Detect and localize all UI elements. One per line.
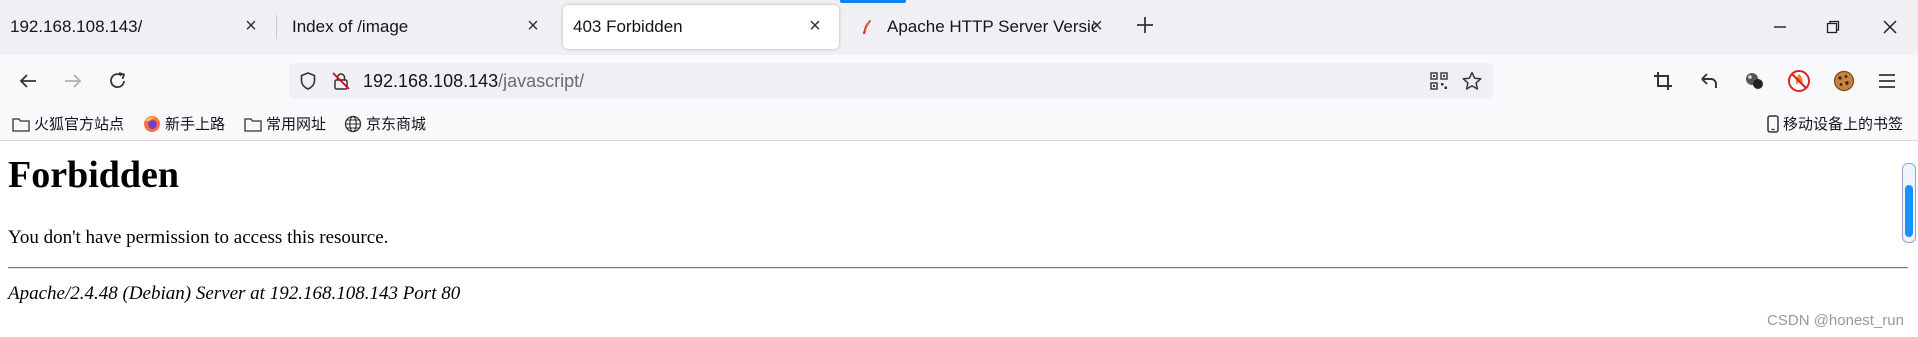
- hamburger-menu-icon: [1879, 74, 1895, 88]
- shield-icon[interactable]: [296, 69, 320, 93]
- bookmark-item[interactable]: 常用网址: [244, 113, 326, 134]
- server-signature: Apache/2.4.48 (Debian) Server at 192.168…: [8, 283, 461, 304]
- cookie-icon: [1833, 70, 1855, 92]
- url-path: /javascript/: [498, 71, 585, 91]
- mobile-icon: [1767, 114, 1779, 133]
- menu-button[interactable]: [1873, 67, 1901, 95]
- undo-button[interactable]: [1695, 67, 1723, 95]
- undo-arrow-icon: [1701, 73, 1717, 88]
- tab-home[interactable]: 192.168.108.143/ ×: [0, 5, 275, 49]
- horizontal-rule: [8, 267, 1908, 269]
- firefox-icon: [143, 115, 161, 133]
- new-tab-button[interactable]: [1131, 13, 1159, 41]
- tab-label: Index of /image: [292, 17, 409, 36]
- url-text[interactable]: 192.168.108.143/javascript/: [363, 71, 584, 92]
- error-message: You don't have permission to access this…: [8, 227, 389, 248]
- page-content: Forbidden You don't have permission to a…: [0, 141, 1918, 337]
- bookmark-label: 火狐官方站点: [34, 116, 125, 133]
- close-icon: [1883, 20, 1897, 34]
- globe-icon: [344, 115, 362, 133]
- tab-strip: 192.168.108.143/ × Index of /image × 403…: [0, 0, 1918, 55]
- bookmark-label: 常用网址: [266, 116, 327, 133]
- window-close-button[interactable]: [1876, 13, 1904, 41]
- bookmark-star-icon[interactable]: [1460, 69, 1484, 93]
- extension-button[interactable]: [1740, 67, 1768, 95]
- url-bar[interactable]: 192.168.108.143/javascript/: [289, 63, 1493, 99]
- bookmark-label: 新手上路: [165, 116, 226, 133]
- page-heading: Forbidden: [8, 154, 180, 196]
- close-icon[interactable]: ×: [241, 16, 261, 36]
- tab-label: Apache HTTP Server Version: [887, 17, 1097, 36]
- tab-403-forbidden[interactable]: 403 Forbidden ×: [563, 5, 839, 49]
- url-host: 192.168.108.143: [363, 71, 499, 91]
- tab-separator: [276, 15, 277, 39]
- folder-icon: [244, 116, 262, 132]
- restore-button[interactable]: [1819, 13, 1847, 41]
- forward-button[interactable]: [59, 67, 87, 95]
- extension-button[interactable]: [1785, 67, 1813, 95]
- bookmarks-toolbar: 火狐官方站点 新手上路 常用网址 京东商城 移动设备上的书签: [0, 107, 1918, 141]
- tab-index-image[interactable]: Index of /image ×: [282, 5, 557, 49]
- mobile-bookmarks-label: 移动设备上的书签: [1783, 116, 1904, 133]
- tab-label: 403 Forbidden: [573, 17, 683, 36]
- back-arrow-icon: [19, 74, 36, 88]
- navigation-toolbar: 192.168.108.143/javascript/: [0, 55, 1918, 107]
- minimize-button[interactable]: [1766, 13, 1794, 41]
- blocked-fire-icon: [1788, 70, 1810, 92]
- bookmark-item[interactable]: 京东商城: [344, 113, 426, 134]
- close-icon[interactable]: ×: [805, 16, 825, 36]
- apache-feather-icon: [859, 19, 875, 35]
- tab-label: 192.168.108.143/: [10, 17, 143, 36]
- bookmark-item[interactable]: 新手上路: [143, 113, 225, 134]
- folder-icon: [12, 116, 30, 132]
- extension-balls-icon: [1746, 73, 1763, 89]
- reload-icon: [110, 72, 126, 89]
- scrollbar-thumb[interactable]: [1905, 185, 1913, 237]
- screenshot-button[interactable]: [1649, 67, 1677, 95]
- restore-icon: [1826, 20, 1840, 34]
- bookmark-label: 京东商城: [366, 116, 427, 133]
- close-icon[interactable]: ×: [523, 16, 543, 36]
- forward-arrow-icon: [65, 74, 82, 88]
- close-icon[interactable]: ×: [1087, 16, 1107, 36]
- tab-apache-docs[interactable]: Apache HTTP Server Version ×: [847, 5, 1115, 49]
- extension-button[interactable]: [1830, 67, 1858, 95]
- insecure-lock-icon[interactable]: [329, 69, 353, 93]
- watermark: CSDN @honest_run: [1767, 312, 1904, 329]
- plus-icon: [1137, 17, 1153, 33]
- mobile-bookmarks-folder[interactable]: 移动设备上的书签: [1767, 113, 1903, 134]
- bookmark-item[interactable]: 火狐官方站点: [12, 113, 124, 134]
- reload-button[interactable]: [104, 67, 132, 95]
- qr-code-icon[interactable]: [1427, 69, 1451, 93]
- crop-icon: [1654, 72, 1672, 90]
- minimize-icon: [1774, 26, 1786, 28]
- tab-accent-line: [840, 0, 906, 3]
- back-button[interactable]: [14, 67, 42, 95]
